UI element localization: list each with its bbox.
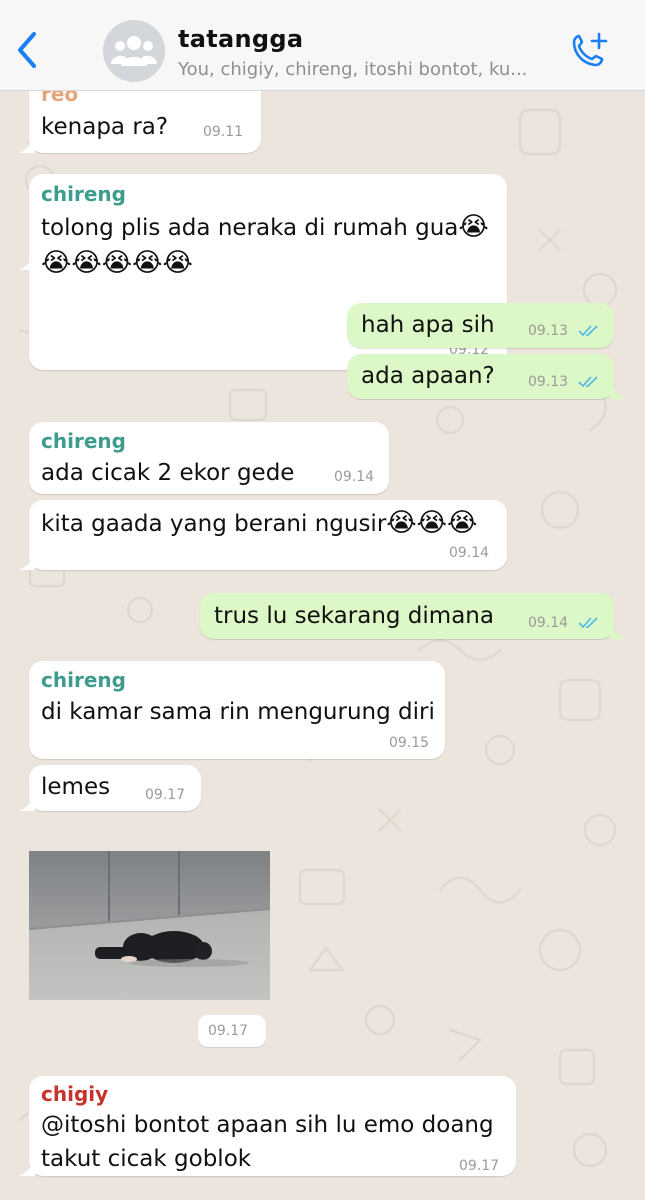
message-bubble-outgoing[interactable]: trus lu sekarang dimana 09.14: [200, 593, 614, 639]
crying-emoji-icon: 😭: [458, 212, 489, 242]
chat-header: tatangga You, chigiy, chireng, itoshi bo…: [0, 0, 645, 91]
message-text: kenapa ra?: [41, 114, 169, 140]
message-time: 09.17: [145, 787, 186, 803]
message-bubble[interactable]: kita gaada yang berani ngusir😭😭😭 09.14: [29, 500, 507, 570]
crying-emoji-icon: 😭😭😭: [386, 508, 478, 538]
message-bubble[interactable]: reo kenapa ra? 09.11: [29, 90, 261, 153]
bubble-tail: [610, 383, 626, 399]
group-avatar[interactable]: [103, 20, 165, 82]
chat-area[interactable]: reo kenapa ra? 09.11 chireng tolong plis…: [0, 90, 645, 1200]
message-time: 09.11: [203, 124, 244, 140]
message-text: di kamar sama rin mengurung diri: [41, 699, 435, 725]
bubble-tail: [610, 623, 626, 639]
message-time: 09.13: [528, 374, 569, 390]
message-time: 09.14: [449, 545, 490, 561]
message-time: 09.14: [528, 615, 569, 631]
message-emoji-row: 😭😭😭😭😭: [41, 248, 193, 278]
message-bubble[interactable]: lemes 09.17: [29, 765, 201, 811]
message-time: 09.15: [389, 735, 430, 751]
message-text: ada cicak 2 ekor gede: [41, 460, 295, 486]
read-receipt-icon: [578, 325, 598, 337]
message-bubble[interactable]: chireng ada cicak 2 ekor gede 09.14: [29, 422, 389, 494]
chevron-left-icon[interactable]: [10, 28, 44, 72]
message-time: 09.14: [334, 469, 375, 485]
message-time: 09.17: [459, 1158, 500, 1174]
bubble-tail: [19, 1160, 35, 1176]
message-text: tolong plis ada neraka di rumah gua😭: [41, 212, 489, 242]
message-text: ada apaan?: [361, 363, 495, 389]
group-icon: [111, 36, 157, 66]
message-text: kita gaada yang berani ngusir😭😭😭: [41, 508, 478, 538]
chat-participants[interactable]: You, chigiy, chireng, itoshi bontot, ku.…: [178, 59, 558, 80]
sender-name: chireng: [41, 668, 126, 692]
message-text: lemes: [41, 774, 111, 800]
message-bubble-outgoing[interactable]: hah apa sih 09.13: [347, 303, 614, 348]
message-bubble[interactable]: chireng di kamar sama rin mengurung diri…: [29, 661, 445, 759]
read-receipt-icon: [578, 617, 598, 629]
sender-name: reo: [41, 90, 79, 106]
message-bubble-outgoing[interactable]: ada apaan? 09.13: [347, 354, 614, 399]
message-text-line2: takut cicak goblok: [41, 1146, 252, 1172]
bubble-tail: [19, 795, 35, 811]
message-text: @itoshi bontot apaan sih lu emo doang: [41, 1112, 494, 1138]
photo-person-bowing-on-floor: [29, 851, 270, 1000]
phone-plus-icon[interactable]: [566, 30, 614, 74]
bubble-tail: [19, 137, 35, 153]
message-text: trus lu sekarang dimana: [214, 603, 494, 629]
message-bubble[interactable]: chigiy @itoshi bontot apaan sih lu emo d…: [29, 1076, 516, 1176]
sender-name: chigiy: [41, 1082, 109, 1106]
chat-title[interactable]: tatangga: [178, 25, 303, 53]
bubble-tail: [19, 554, 35, 570]
image-timestamp: 09.17: [198, 1015, 266, 1047]
message-time: 09.13: [528, 323, 569, 339]
sender-name: chireng: [41, 429, 126, 453]
image-message[interactable]: [29, 851, 270, 1000]
bubble-tail: [19, 254, 35, 270]
message-text: hah apa sih: [361, 312, 495, 338]
read-receipt-icon: [578, 376, 598, 388]
sender-name: chireng: [41, 182, 126, 206]
